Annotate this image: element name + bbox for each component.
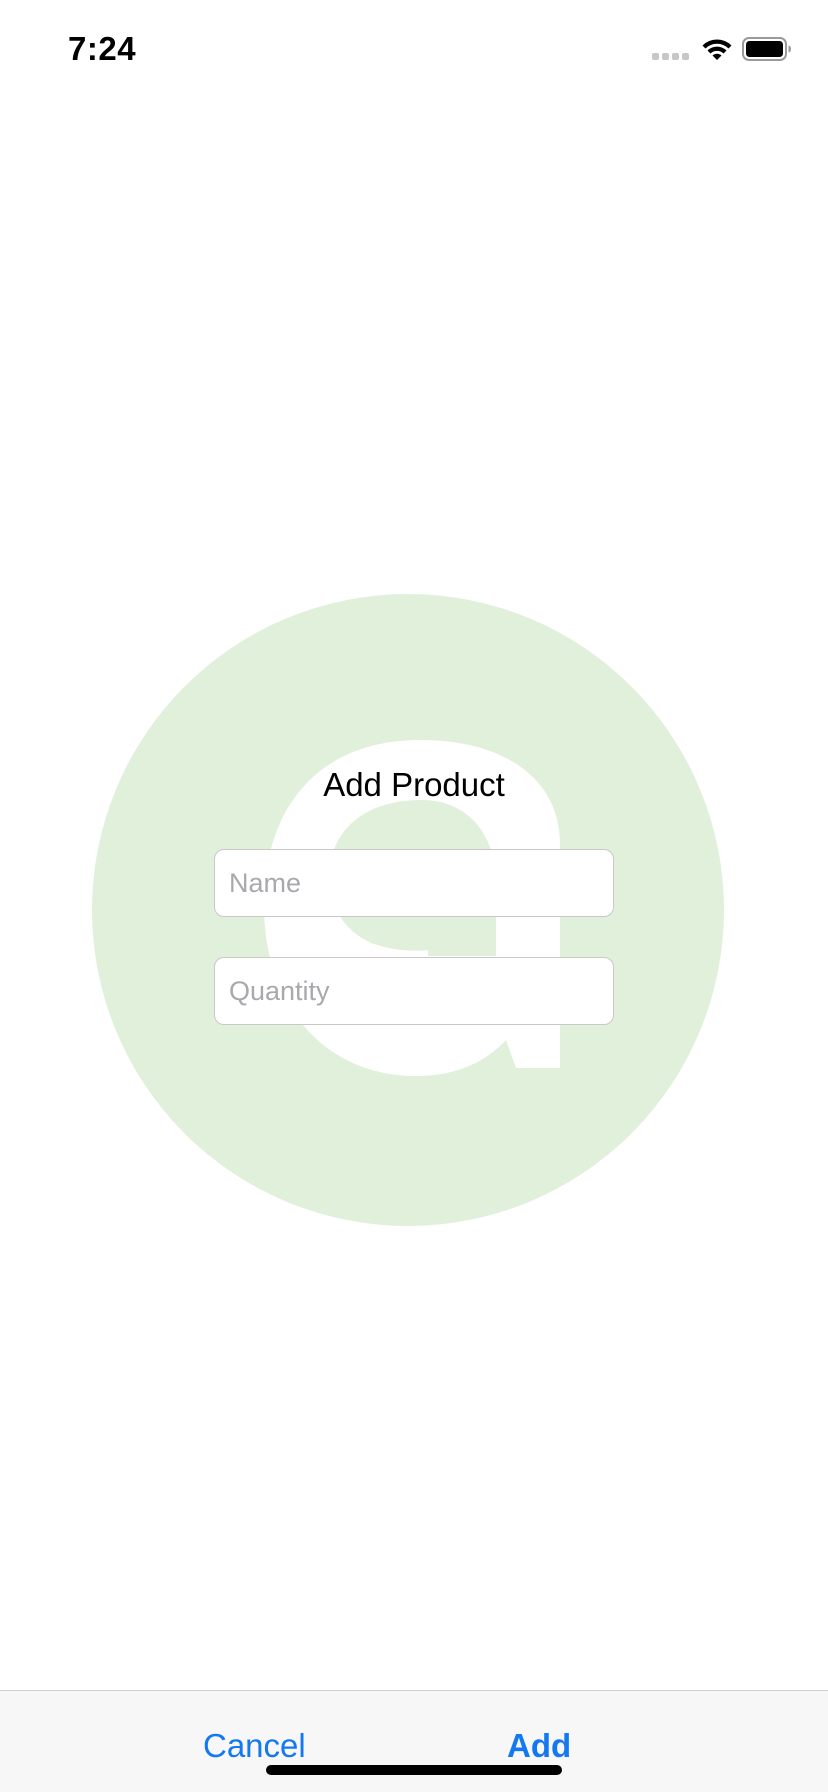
form-title: Add Product <box>323 766 505 803</box>
add-button[interactable]: Add <box>507 1727 571 1765</box>
wifi-icon <box>702 39 732 60</box>
status-bar: 7:24 <box>0 0 828 100</box>
bottom-toolbar: Cancel Add <box>0 1690 828 1792</box>
status-time: 7:24 <box>68 30 137 67</box>
name-input[interactable] <box>214 849 614 917</box>
home-indicator <box>266 1765 562 1775</box>
cancel-button[interactable]: Cancel <box>203 1727 306 1765</box>
cellular-signal-icon <box>652 53 690 61</box>
add-product-screen: 7:24 Add Product Cancel Add <box>0 0 828 1792</box>
battery-icon <box>742 37 791 61</box>
quantity-input[interactable] <box>214 957 614 1025</box>
